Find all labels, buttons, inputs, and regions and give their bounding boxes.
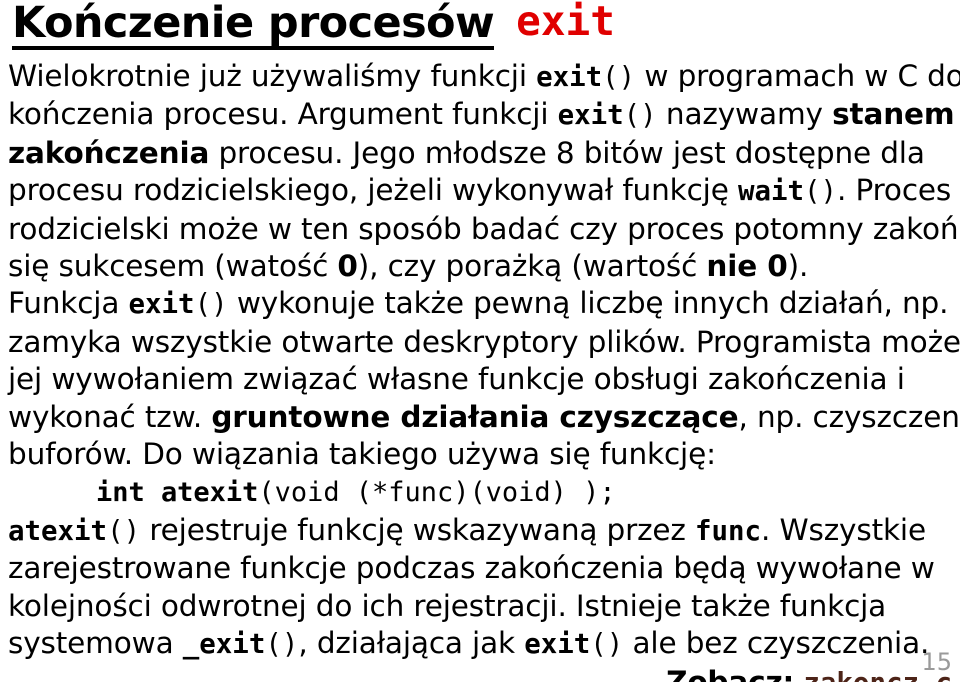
text-run: kończenia procesu. Argument funkcji bbox=[8, 97, 558, 132]
text-run: buforów. Do wiązania takiego używa się f… bbox=[8, 437, 716, 472]
body-text-line: się sukcesem (watość 0), czy porażką (wa… bbox=[8, 248, 960, 285]
text-run: rejestruje funkcję wskazywaną przez bbox=[140, 512, 695, 547]
text-run: stanem bbox=[832, 97, 955, 132]
body-text-line: jej wywołaniem związać własne funkcje ob… bbox=[8, 361, 960, 398]
text-run: wait bbox=[737, 176, 804, 208]
text-run: procesu rodzicielskiego, jeżeli wykonywa… bbox=[8, 173, 738, 208]
body-text-line: kończenia procesu. Argument funkcji exit… bbox=[8, 96, 960, 134]
text-run: exit bbox=[524, 629, 591, 661]
text-run: się sukcesem (watość bbox=[8, 249, 338, 284]
text-run: ). bbox=[787, 249, 809, 284]
body-text-line: Funkcja exit() wykonuje także pewną licz… bbox=[8, 285, 960, 323]
body-text-line: wykonać tzw. gruntowne działania czyszcz… bbox=[8, 399, 960, 436]
slide: Kończenie procesów exit Wielokrotnie już … bbox=[0, 0, 960, 682]
title-code-keyword: exit bbox=[516, 0, 615, 45]
text-run: exit bbox=[557, 100, 624, 132]
text-run: 0 bbox=[337, 249, 358, 284]
slide-body: Wielokrotnie już używaliśmy funkcji exit… bbox=[8, 58, 960, 682]
text-run: ), czy porażką (wartość bbox=[357, 249, 707, 284]
text-run: zamyka wszystkie otwarte deskryptory pli… bbox=[8, 324, 960, 359]
text-run: _exit bbox=[182, 629, 266, 661]
text-run: Funkcja bbox=[8, 286, 129, 321]
slide-title: Kończenie procesów exit bbox=[12, 0, 948, 50]
body-text-line: procesu rodzicielskiego, jeżeli wykonywa… bbox=[8, 172, 960, 210]
text-run: . Proces bbox=[837, 173, 952, 208]
body-text-line: zakończenia procesu. Jego młodsze 8 bitó… bbox=[8, 135, 960, 172]
text-run: systemowa bbox=[8, 626, 183, 661]
text-run: () bbox=[623, 100, 657, 132]
text-run: () bbox=[107, 515, 141, 547]
text-run: . Wszystkie bbox=[761, 512, 926, 547]
text-run: gruntowne działania czyszczące bbox=[211, 399, 739, 434]
text-run: jej wywołaniem związać własne funkcje ob… bbox=[8, 362, 905, 397]
text-run: int atexit bbox=[96, 477, 259, 509]
body-text-line: buforów. Do wiązania takiego używa się f… bbox=[8, 436, 960, 473]
body-text-line: zamyka wszystkie otwarte deskryptory pli… bbox=[8, 324, 960, 361]
text-run: nie 0 bbox=[706, 249, 788, 284]
text-run: () bbox=[265, 629, 299, 661]
text-run: wykonuje także pewną liczbę innych dział… bbox=[227, 286, 949, 321]
text-run: () bbox=[803, 176, 838, 208]
page-number: 15 bbox=[921, 648, 952, 676]
text-run: w programach w C do bbox=[635, 59, 960, 93]
text-run: ale bez czyszczenia. bbox=[623, 626, 930, 661]
page-title: Kończenie procesów bbox=[12, 0, 495, 50]
text-run: func bbox=[694, 515, 762, 547]
text-run: wykonać tzw. bbox=[8, 399, 212, 434]
body-text-line: Wielokrotnie już używaliśmy funkcji exit… bbox=[8, 58, 960, 96]
text-run: () bbox=[602, 62, 636, 93]
text-run: , działająca jak bbox=[298, 626, 525, 661]
text-run: (void (*func)(void) ); bbox=[258, 477, 616, 509]
text-run: zarejestrowane funkcje podczas zakończen… bbox=[8, 551, 935, 586]
text-run: () bbox=[194, 289, 228, 321]
text-run: rodzicielski może w ten sposób badać czy… bbox=[8, 211, 960, 246]
text-run: , np. czyszczenie bbox=[738, 399, 960, 434]
text-run: Zobacz: bbox=[666, 664, 795, 682]
code-snippet-line: int atexit(void (*func)(void) ); bbox=[8, 473, 960, 511]
body-text-line: zarejestrowane funkcje podczas zakończen… bbox=[8, 550, 960, 587]
text-run: zakończenia bbox=[8, 135, 210, 170]
see-also-reference: Zobacz: zakoncz.c bbox=[8, 664, 960, 682]
text-run: procesu. Jego młodsze 8 bitów jest dostę… bbox=[209, 135, 925, 170]
text-run: atexit bbox=[8, 515, 108, 547]
text-run: nazywamy bbox=[656, 97, 833, 132]
text-run: exit bbox=[536, 62, 603, 93]
text-run: () bbox=[590, 629, 624, 661]
text-run: exit bbox=[128, 289, 195, 321]
text-run: Wielokrotnie już używaliśmy funkcji bbox=[8, 59, 537, 93]
body-text-line: systemowa _exit(), działająca jak exit()… bbox=[8, 625, 960, 663]
text-run: kolejności odwrotnej do ich rejestracji.… bbox=[8, 588, 887, 623]
body-text-line: rodzicielski może w ten sposób badać czy… bbox=[8, 211, 960, 248]
body-text-line: kolejności odwrotnej do ich rejestracji.… bbox=[8, 588, 960, 625]
body-text-line: atexit() rejestruje funkcję wskazywaną p… bbox=[8, 512, 960, 550]
